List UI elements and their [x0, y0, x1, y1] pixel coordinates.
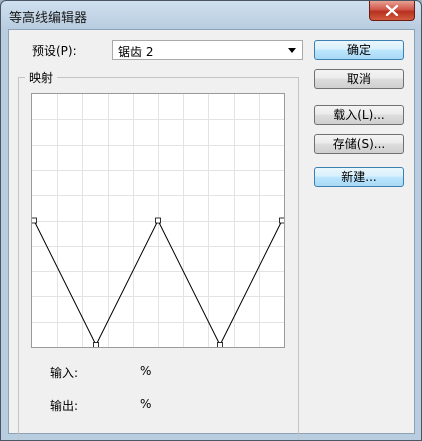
load-button[interactable]: 载入(L)... [314, 105, 404, 125]
ok-button[interactable]: 确定 [314, 40, 404, 60]
output-unit: % [140, 397, 152, 411]
chevron-down-icon [288, 48, 296, 53]
new-button[interactable]: 新建... [314, 167, 404, 187]
input-unit: % [140, 364, 152, 378]
close-button[interactable] [369, 1, 415, 21]
output-label: 输出: [50, 399, 79, 413]
preset-label: 预设(P): [32, 44, 77, 58]
mapping-legend: 映射 [25, 69, 58, 86]
save-button[interactable]: 存储(S)... [314, 134, 404, 154]
dialog-body: 预设(P): 锯齿 2 映射 输入: % 输出: % 确定 取消 载入(L)..… [8, 29, 415, 440]
curve-point-handle[interactable] [217, 342, 223, 348]
curve-point-handle[interactable] [279, 217, 285, 224]
title-bar[interactable]: 等高线编辑器 [1, 1, 421, 29]
preset-value: 锯齿 2 [118, 45, 154, 59]
input-label: 输入: [50, 366, 79, 380]
curve-point-handle[interactable] [93, 342, 99, 348]
contour-editor-window: 等高线编辑器 预设(P): 锯齿 2 映射 输入: % 输出: % 确定 取消 … [0, 0, 422, 441]
close-icon [385, 5, 399, 16]
contour-graph[interactable] [31, 93, 285, 348]
curve-point-handle[interactable] [32, 217, 37, 224]
contour-curve-canvas[interactable] [32, 94, 284, 347]
preset-dropdown[interactable]: 锯齿 2 [112, 40, 303, 60]
cancel-button[interactable]: 取消 [314, 69, 404, 89]
curve-point-handle[interactable] [155, 217, 161, 224]
window-title: 等高线编辑器 [9, 11, 88, 26]
